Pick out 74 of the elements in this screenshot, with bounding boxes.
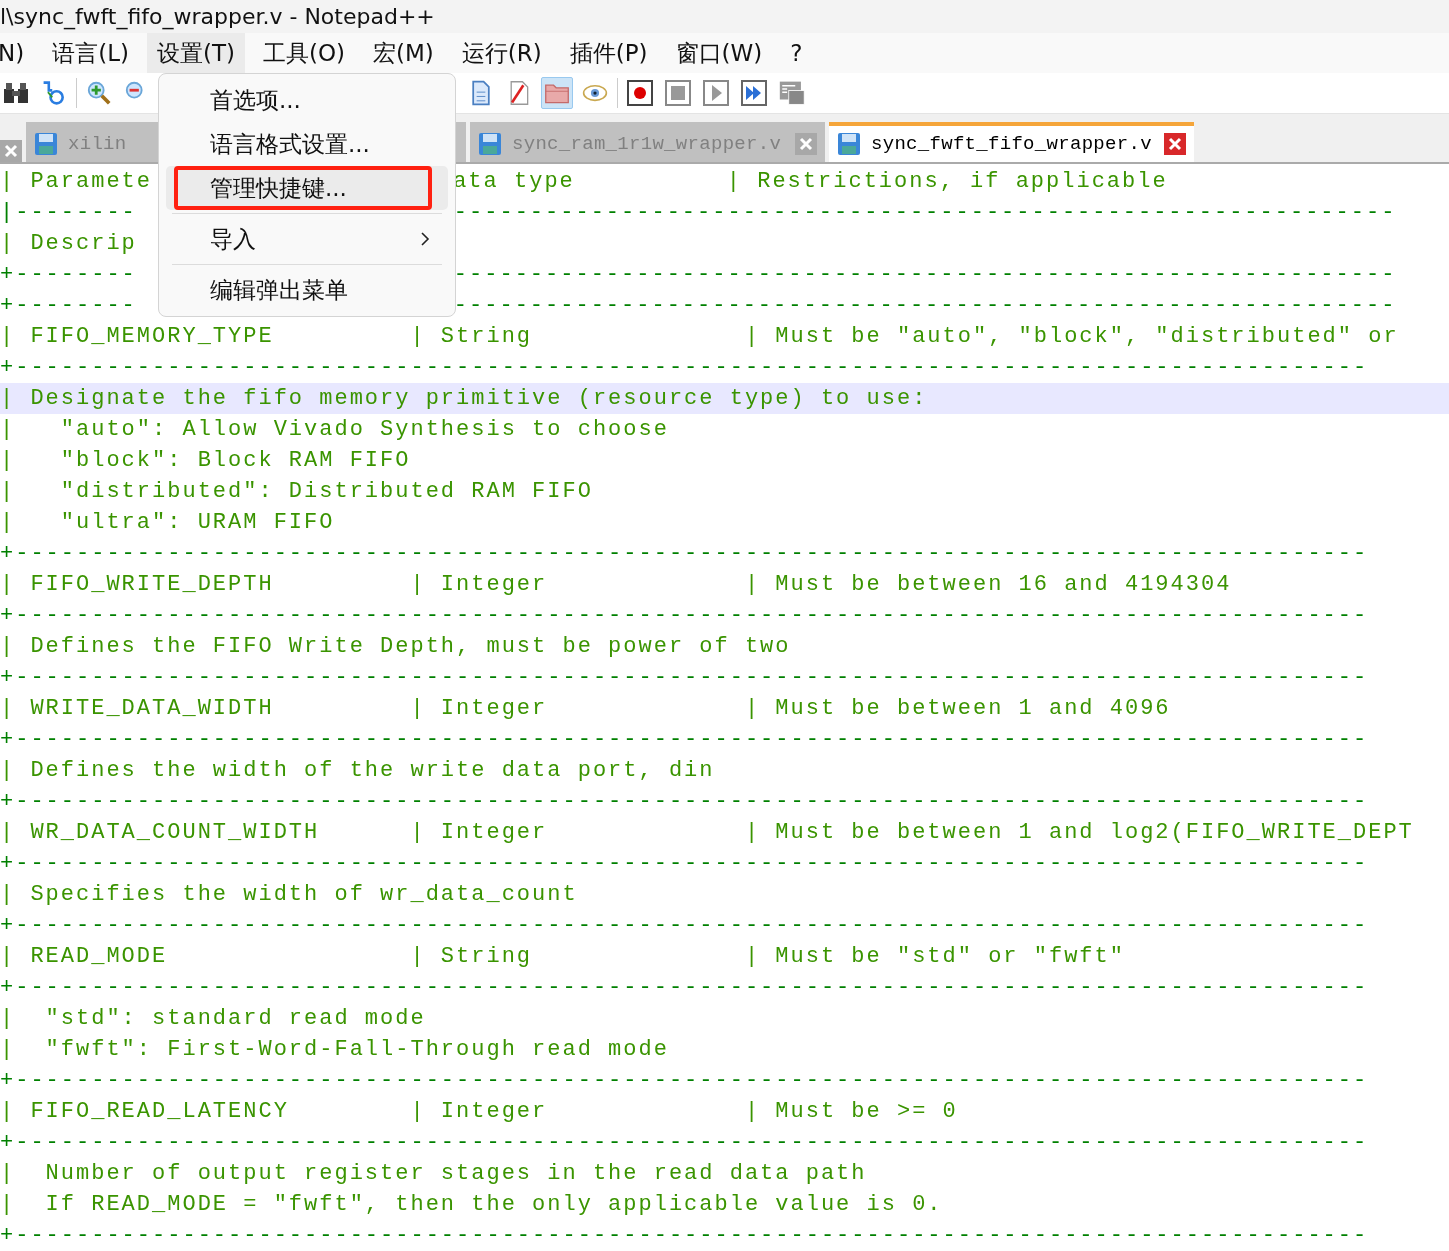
code-text: +----------------------------------------------------------------------------------------- [0, 851, 1369, 876]
zoom-in-icon [86, 80, 112, 106]
code-text: +----------------------------------------------------------------------------------------- [0, 355, 1369, 380]
code-text: | "ultra": URAM FIFO [0, 510, 335, 535]
code-text: | Number of output register stages in the read data path [0, 1161, 867, 1186]
menu-entry[interactable]: 管理快捷键... [166, 166, 448, 210]
code-text: | "distributed": Distributed RAM FIFO [0, 479, 593, 504]
folder-button[interactable] [541, 77, 573, 109]
menu-item[interactable]: ? [780, 33, 813, 73]
code-text: | Defines the FIFO Write Depth, must be power of two [0, 634, 791, 659]
menu-item[interactable]: 插件(P) [559, 33, 658, 73]
code-text: | "auto": Allow Vivado Synthesis to choose [0, 417, 669, 442]
code-text: +----------------------------------------------------------------------------------------- [0, 913, 1369, 938]
code-text: | If READ_MODE = "fwft", then the only applicable value is 0. [0, 1192, 943, 1217]
code-text: +----------------------------------------------------------------------------------------- [0, 975, 1369, 1000]
record-button[interactable] [624, 77, 656, 109]
code-text: | WRITE_DATA_WIDTH | Integer | Must be between 1 and 4096 [0, 696, 1171, 721]
code-text: | Designate the fifo memory primitive (resource type) to use: [0, 386, 928, 411]
window-title: l\sync_fwft_fifo_wrapper.v - Notepad++ [0, 4, 435, 29]
code-text: | Defines the width of the write data port, din [0, 758, 715, 783]
code-text: +----------------------------------------------------------------------------------------- [0, 1130, 1369, 1155]
play-button[interactable] [700, 77, 732, 109]
menu-entry[interactable]: 编辑弹出菜单 [166, 268, 448, 312]
menu-entry[interactable]: 首选项... [166, 78, 448, 122]
menu-item[interactable]: 宏(M) [363, 33, 444, 73]
stop-icon [665, 80, 691, 106]
close-icon[interactable] [1164, 133, 1186, 155]
code-text: -------------------------------------------------------------- [453, 293, 1397, 318]
code-text: +----------------------------------------------------------------------------------------- [0, 789, 1369, 814]
binoculars-icon [3, 80, 29, 106]
code-text: +-------- [0, 262, 137, 287]
code-text: | WR_DATA_COUNT_WIDTH | Integer | Must be between 1 and log2(FIFO_WRITE_DEPT [0, 820, 1414, 845]
code-text: | "fwft": First-Word-Fall-Through read mode [0, 1037, 669, 1062]
fast-forward-button[interactable] [738, 77, 770, 109]
save-icon [34, 132, 58, 156]
close-icon[interactable] [795, 133, 817, 155]
code-text: +----------------------------------------------------------------------------------------- [0, 727, 1369, 752]
chevron-icon [420, 231, 430, 247]
code-text: | FIFO_MEMORY_TYPE | String | Must be "auto", "block", "distributed" or [0, 324, 1399, 349]
code-text: -------------------------------------------------------------- [453, 262, 1397, 287]
menu-item[interactable]: 语言(L) [42, 33, 139, 73]
code-text: +----------------------------------------------------------------------------------------- [0, 541, 1369, 566]
code-text: | FIFO_READ_LATENCY | Integer | Must be >= 0 [0, 1099, 958, 1124]
code-text: | "std": standard read mode [0, 1006, 426, 1031]
code-text: | "block": Block RAM FIFO [0, 448, 411, 473]
code-text: | Paramete [0, 169, 153, 194]
save-icon [837, 132, 861, 156]
menu-item[interactable]: 设置(T) [146, 33, 245, 73]
code-text: +-------- [0, 293, 137, 318]
menu-item[interactable]: 工具(O) [252, 33, 355, 73]
stop-button[interactable] [662, 77, 694, 109]
record-icon [627, 80, 653, 106]
save-icon [478, 132, 502, 156]
menu-item[interactable]: N) [0, 33, 35, 73]
menu-item[interactable]: 运行(R) [451, 33, 552, 73]
menu-item[interactable]: 窗口(W) [665, 33, 773, 73]
play-icon [703, 80, 729, 106]
code-text: +----------------------------------------------------------------------------------------- [0, 665, 1369, 690]
code-text: +----------------------------------------------------------------------------------------- [0, 1068, 1369, 1093]
code-text: | READ_MODE | String | Must be "std" or "fwft" [0, 944, 1125, 969]
code-text: ata type | Restrictions, if applicable [453, 169, 1168, 194]
code-text: +----------------------------------------------------------------------------------------- [0, 1223, 1369, 1248]
code-text: |-------- [0, 200, 137, 225]
menu-entry[interactable]: 导入 [166, 217, 448, 261]
code-text: | FIFO_WRITE_DEPTH | Integer | Must be between 16 and 4194304 [0, 572, 1232, 597]
code-text: | Specifies the width of wr_data_count [0, 882, 578, 907]
panel-icon [779, 80, 805, 106]
code-text: | Descrip [0, 231, 137, 256]
fast-forward-icon [741, 80, 767, 106]
file-tab[interactable]: sync_fwft_fifo_wrapper.v [829, 122, 1194, 162]
menu-entry[interactable]: 语言格式设置... [166, 122, 448, 166]
close-icon[interactable] [0, 140, 22, 162]
code-text: -------------------------------------------------------------- [453, 200, 1397, 225]
code-text: +----------------------------------------------------------------------------------------- [0, 603, 1369, 628]
